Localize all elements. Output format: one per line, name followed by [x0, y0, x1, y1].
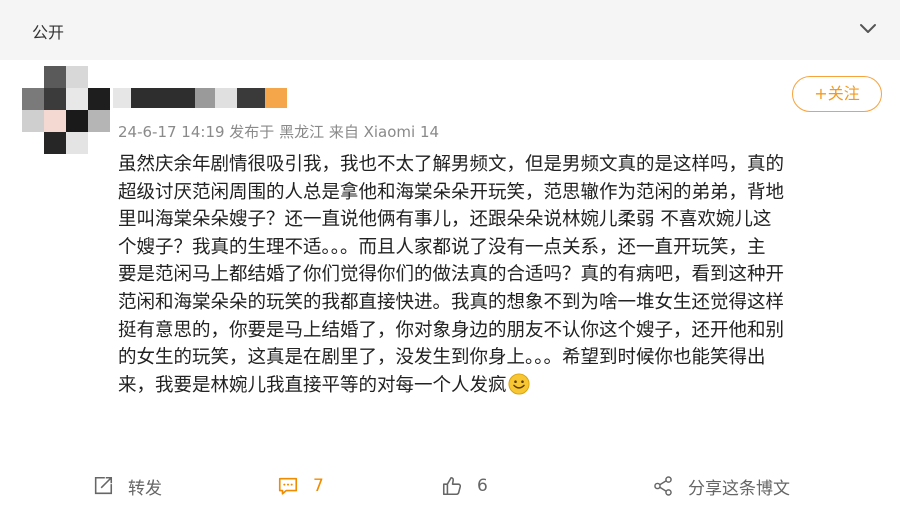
like-count: 6	[477, 476, 488, 496]
content-line: 里叫海棠朵朵嫂子？还一直说他俩有事儿，还跟朵朵说林婉儿柔弱 不喜欢婉儿这	[118, 209, 772, 231]
post-content: 虽然庆余年剧情很吸引我，我也不太了解男频文，但是男频文真的是这样吗，真的 超级讨…	[118, 151, 888, 399]
avatar[interactable]	[22, 66, 110, 154]
content-line-text: 来，我要是林婉儿我直接平等的对每一个人发疯	[118, 374, 507, 396]
weibo-post-card: 公开 24-6-17 14:19 发布于 黑龙江 来自 Xiaomi 14 +关…	[0, 0, 900, 528]
share-button[interactable]: 分享这条博文	[652, 470, 790, 502]
follow-button[interactable]: +关注	[792, 76, 882, 112]
content-line-last: 来，我要是林婉儿我直接平等的对每一个人发疯	[118, 372, 888, 400]
share-label: 分享这条博文	[688, 478, 790, 499]
post-meta: 24-6-17 14:19 发布于 黑龙江 来自 Xiaomi 14	[118, 123, 440, 141]
repost-label: 转发	[128, 478, 162, 499]
like-button[interactable]: 6	[441, 470, 488, 502]
content-line: 范闲和海棠朵朵的玩笑的我都直接快进。我真的想象不到为啥一堆女生还觉得这样	[118, 291, 785, 313]
content-line: 超级讨厌范闲周围的人总是拿他和海棠朵朵开玩笑，范思辙作为范闲的弟弟，背地	[118, 181, 785, 203]
post-header-bar: 公开	[0, 0, 900, 60]
thumbs-up-icon	[442, 476, 462, 496]
comment-button[interactable]: 7	[277, 470, 324, 502]
comment-icon	[278, 477, 298, 495]
content-line: 的女生的玩笑，这真是在剧里了，没发生到你身上。。。希望到时候你也能笑得出	[118, 347, 766, 369]
content-line: 挺有意思的，你要是马上结婚了，你对象身边的朋友不认你这个嫂子，还开他和别	[118, 319, 785, 341]
repost-icon	[94, 476, 113, 495]
username-redacted[interactable]	[113, 88, 287, 108]
chevron-down-icon[interactable]	[858, 18, 878, 38]
post-action-bar: 转发 7 6 分享这条博文	[0, 470, 900, 502]
visibility-label: 公开	[32, 23, 65, 42]
content-line: 要是范闲马上都结婚了你们觉得你们的做法真的合适吗？真的有病吧，看到这种开	[118, 264, 785, 286]
content-line: 虽然庆余年剧情很吸引我，我也不太了解男频文，但是男频文真的是这样吗，真的	[118, 154, 785, 175]
smile-emoji-icon	[507, 373, 530, 395]
repost-button[interactable]: 转发	[92, 470, 162, 502]
content-line: 个嫂子？我真的生理不适。。。而且人家都说了没有一点关系，还一直开玩笑，主	[118, 236, 766, 258]
comment-count: 7	[313, 476, 324, 496]
share-icon	[654, 476, 672, 496]
